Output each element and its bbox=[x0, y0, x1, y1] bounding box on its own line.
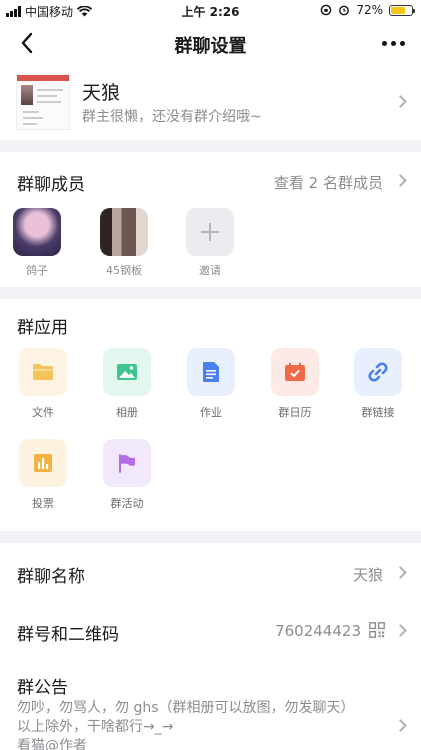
group-description: 群主很懒，还没有群介绍哦~ bbox=[82, 109, 262, 125]
announcement-line: 以上除外，干啥都行→_→ bbox=[17, 719, 174, 735]
app-homework[interactable]: 作业 bbox=[176, 348, 246, 420]
back-button[interactable] bbox=[12, 28, 42, 58]
announcement-label: 群公告 bbox=[17, 678, 68, 698]
chevron-right-icon bbox=[394, 719, 407, 732]
group-number-row[interactable]: 群号和二维码 760244423 bbox=[0, 601, 421, 659]
alarm-icon bbox=[339, 5, 350, 16]
members-section: 群聊成员 查看 2 名群成员 鸽子 45钢板 邀请 bbox=[0, 152, 421, 287]
app-label: 相册 bbox=[116, 406, 138, 419]
group-profile-row[interactable]: 天狼 群主很懒，还没有群介绍哦~ bbox=[0, 64, 421, 140]
group-name-value: 天狼 bbox=[352, 566, 383, 584]
chevron-right-icon bbox=[394, 624, 407, 637]
status-bar: 中国移动 上午 2:26 72% bbox=[0, 0, 421, 22]
app-icon-bg bbox=[19, 348, 67, 396]
announcement-row[interactable]: 群公告 勿吵，勿骂人，勿 ghs（群相册可以放图，勿发聊天） 以上除外，干啥都行… bbox=[0, 659, 421, 750]
link-icon bbox=[368, 362, 388, 382]
announcement-line: 勿吵，勿骂人，勿 ghs（群相册可以放图，勿发聊天） bbox=[17, 700, 355, 716]
chevron-right-icon bbox=[394, 566, 407, 579]
group-name: 天狼 bbox=[82, 82, 121, 104]
member-item[interactable]: 鸽子 bbox=[7, 208, 67, 278]
chart-icon bbox=[34, 454, 52, 472]
apps-title: 群应用 bbox=[17, 318, 68, 338]
battery-percent: 72% bbox=[356, 3, 383, 17]
invite-label: 邀请 bbox=[199, 264, 221, 277]
plus-icon bbox=[186, 208, 234, 256]
group-number-label: 群号和二维码 bbox=[17, 625, 119, 645]
app-group-link[interactable]: 群链接 bbox=[343, 348, 413, 420]
app-vote[interactable]: 投票 bbox=[8, 439, 78, 511]
app-icon-bg bbox=[103, 348, 151, 396]
group-avatar bbox=[16, 74, 70, 130]
announcement-text: 勿吵，勿骂人，勿 ghs（群相册可以放图，勿发聊天） 以上除外，干啥都行→_→ … bbox=[17, 699, 377, 750]
more-button[interactable] bbox=[375, 28, 411, 58]
chevron-right-icon bbox=[394, 174, 407, 187]
avatar bbox=[13, 208, 61, 256]
navigation-bar: 群聊设置 bbox=[0, 22, 421, 64]
app-icon-bg bbox=[354, 348, 402, 396]
app-label: 群日历 bbox=[278, 406, 312, 419]
document-icon bbox=[203, 362, 219, 382]
group-number-value: 760244423 bbox=[275, 622, 361, 640]
qr-code-icon bbox=[369, 622, 385, 638]
app-icon-bg bbox=[187, 348, 235, 396]
app-icon-bg bbox=[271, 348, 319, 396]
folder-icon bbox=[33, 364, 53, 380]
calendar-icon bbox=[285, 362, 305, 381]
group-apps-section: 群应用 文件 相册 作业 群日历 群链接 投票 群活动 bbox=[0, 299, 421, 531]
member-name: 45钢板 bbox=[106, 264, 142, 277]
image-icon bbox=[117, 364, 137, 380]
app-label: 作业 bbox=[200, 406, 222, 419]
flag-icon bbox=[119, 454, 135, 473]
app-label: 群活动 bbox=[110, 497, 144, 510]
app-icon-bg bbox=[103, 439, 151, 487]
app-activity[interactable]: 群活动 bbox=[92, 439, 162, 511]
app-label: 投票 bbox=[32, 497, 54, 510]
members-title: 群聊成员 bbox=[17, 175, 85, 195]
view-all-members-link[interactable]: 查看 2 名群成员 bbox=[274, 172, 383, 193]
app-label: 群链接 bbox=[361, 406, 395, 419]
app-album[interactable]: 相册 bbox=[92, 348, 162, 420]
chevron-left-icon bbox=[21, 32, 33, 54]
page-title: 群聊设置 bbox=[174, 36, 247, 57]
announcement-line: 看猫@作者 bbox=[17, 738, 87, 750]
group-name-label: 群聊名称 bbox=[17, 567, 85, 587]
app-files[interactable]: 文件 bbox=[8, 348, 78, 420]
rotation-lock-icon bbox=[321, 4, 332, 16]
member-item[interactable]: 45钢板 bbox=[94, 208, 154, 278]
group-name-row[interactable]: 群聊名称 天狼 bbox=[0, 543, 421, 601]
app-label: 文件 bbox=[32, 406, 54, 419]
invite-button[interactable]: 邀请 bbox=[180, 208, 240, 278]
avatar bbox=[100, 208, 148, 256]
group-settings-section: 群聊名称 天狼 群号和二维码 760244423 群公告 勿吵，勿骂人，勿 gh… bbox=[0, 543, 421, 750]
app-icon-bg bbox=[19, 439, 67, 487]
chevron-right-icon bbox=[394, 95, 407, 108]
battery-icon bbox=[389, 4, 415, 16]
app-calendar[interactable]: 群日历 bbox=[260, 348, 330, 420]
member-name: 鸽子 bbox=[26, 264, 48, 277]
more-dots-icon bbox=[381, 40, 387, 46]
